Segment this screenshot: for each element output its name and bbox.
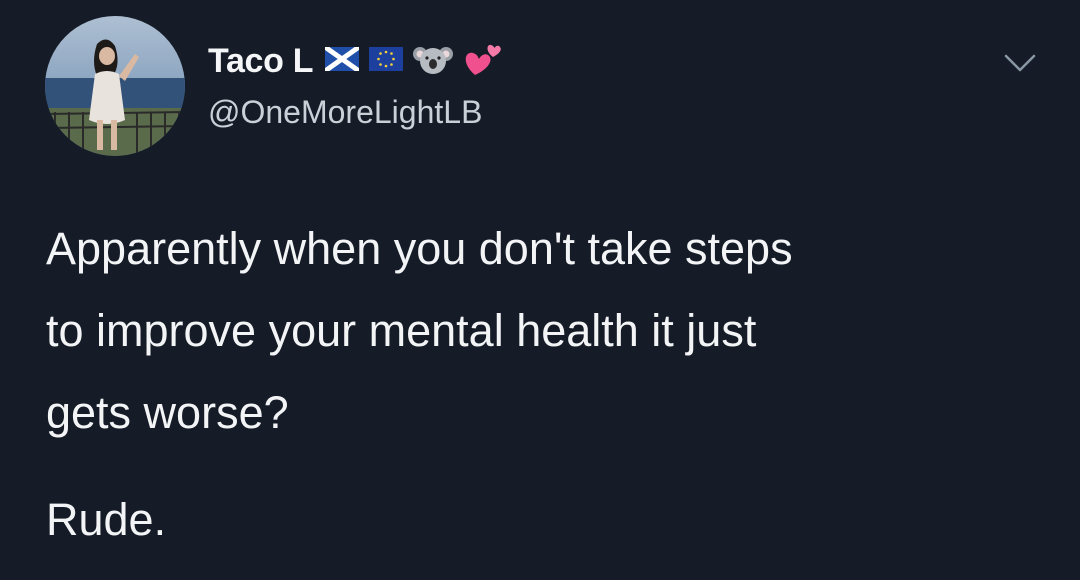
tweet-text-line: to improve your mental health it just [46,305,757,356]
two-hearts-icon [463,41,503,82]
tweet-text: Apparently when you don't take steps to … [46,208,1056,454]
chevron-down-icon[interactable] [1000,50,1040,76]
avatar-image [45,16,185,156]
user-handle[interactable]: @OneMoreLightLB [208,94,482,131]
tweet-card: Taco L @OneMoreLightLB Apparently when y… [0,0,1080,580]
avatar[interactable] [45,16,185,156]
tweet-text-line: gets worse? [46,387,289,438]
tweet-text-line: Apparently when you don't take steps [46,223,793,274]
koala-icon [413,42,454,81]
scotland-flag-icon [323,44,361,76]
tweet-closing-text: Rude. [46,494,167,545]
name-row: Taco L [208,38,513,84]
display-name[interactable]: Taco L [208,42,314,81]
eu-flag-icon [369,46,404,76]
